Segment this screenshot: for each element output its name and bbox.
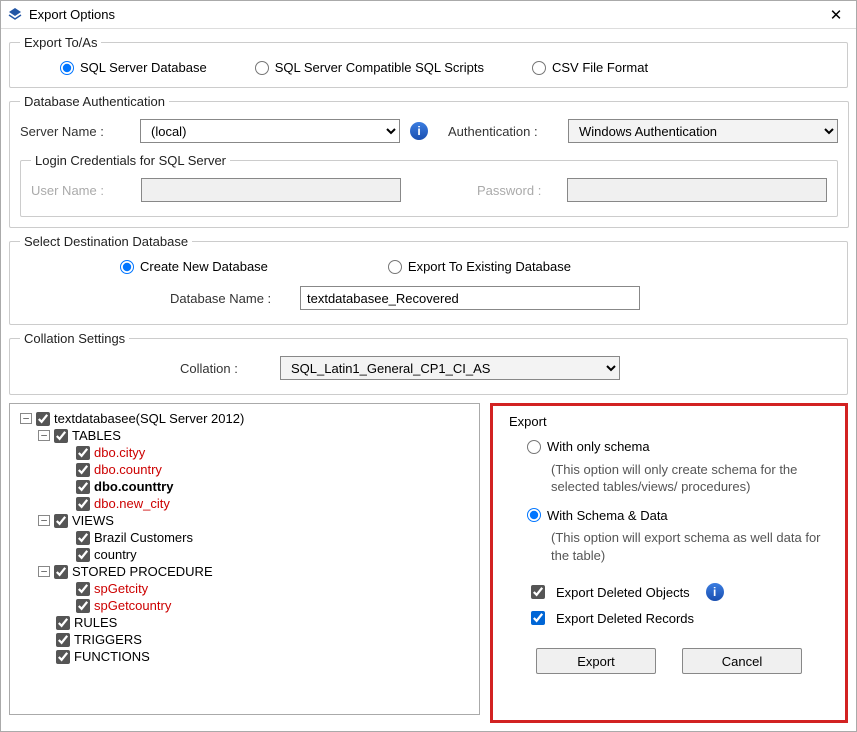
tree-sprocs[interactable]: −STORED PROCEDURE [14,563,475,580]
radio-schema-data[interactable]: With Schema & Data [527,508,668,523]
tree-rules[interactable]: RULES [14,614,475,631]
radio-schema-data-input[interactable] [527,508,541,522]
check-deleted-records-label: Export Deleted Records [556,611,694,626]
collation-group: Collation Settings Collation : SQL_Latin… [9,331,848,395]
radio-only-schema-label: With only schema [547,439,650,454]
tree-view-item[interactable]: Brazil Customers [14,529,475,546]
username-label: User Name : [31,183,131,198]
only-schema-desc: (This option will only create schema for… [551,461,829,496]
export-options-window: Export Options ✕ Export To/As SQL Server… [0,0,857,732]
check-deleted-objects-label: Export Deleted Objects [556,585,690,600]
server-name-select[interactable]: (local) [140,119,400,143]
tree-tables[interactable]: − TABLES [14,427,475,444]
db-name-label: Database Name : [170,291,290,306]
login-creds-group: Login Credentials for SQL Server User Na… [20,153,838,217]
titlebar: Export Options ✕ [1,1,856,29]
radio-csv[interactable]: CSV File Format [532,60,648,75]
app-icon [7,7,23,23]
export-pane: Export With only schema (This option wil… [490,403,848,723]
radio-create-new-db-input[interactable] [120,260,134,274]
tree-root-check[interactable] [36,412,50,426]
server-name-label: Server Name : [20,124,130,139]
info-icon[interactable]: i [410,122,428,140]
radio-schema-data-label: With Schema & Data [547,508,668,523]
login-creds-legend: Login Credentials for SQL Server [31,153,230,168]
radio-existing-db-input[interactable] [388,260,402,274]
radio-sql-server-db[interactable]: SQL Server Database [60,60,207,75]
radio-existing-db-label: Export To Existing Database [408,259,571,274]
radio-sql-scripts-label: SQL Server Compatible SQL Scripts [275,60,484,75]
tree-views[interactable]: −VIEWS [14,512,475,529]
tree-tables-check[interactable] [54,429,68,443]
export-button[interactable]: Export [536,648,656,674]
auth-select[interactable]: Windows Authentication [568,119,838,143]
tree-root[interactable]: − textdatabasee(SQL Server 2012) [14,410,475,427]
check-deleted-records[interactable] [531,611,545,625]
radio-csv-input[interactable] [532,61,546,75]
tree-triggers[interactable]: TRIGGERS [14,631,475,648]
username-input [141,178,401,202]
close-button[interactable]: ✕ [822,6,850,24]
collation-select[interactable]: SQL_Latin1_General_CP1_CI_AS [280,356,620,380]
dest-db-legend: Select Destination Database [20,234,192,249]
dest-db-group: Select Destination Database Create New D… [9,234,848,325]
auth-label: Authentication : [448,124,558,139]
password-label: Password : [477,183,557,198]
radio-create-new-db[interactable]: Create New Database [120,259,268,274]
export-title: Export [509,414,829,429]
password-input [567,178,827,202]
collapse-icon[interactable]: − [20,413,32,424]
window-title: Export Options [29,7,822,22]
radio-csv-label: CSV File Format [552,60,648,75]
radio-sql-server-db-input[interactable] [60,61,74,75]
check-deleted-records-row: Export Deleted Records [527,608,829,628]
collation-legend: Collation Settings [20,331,129,346]
tree-sproc-item[interactable]: spGetcity [14,580,475,597]
radio-only-schema-input[interactable] [527,440,541,454]
check-deleted-objects[interactable] [531,585,545,599]
radio-sql-server-db-label: SQL Server Database [80,60,207,75]
tree-table-item[interactable]: dbo.new_city [14,495,475,512]
tree-pane[interactable]: −textdatabasee(SQL Server 2012) −TABLES … [9,403,480,715]
info-icon[interactable]: i [706,583,724,601]
schema-data-desc: (This option will export schema as well … [551,529,829,564]
tree-table-item[interactable]: dbo.country [14,461,475,478]
export-to-legend: Export To/As [20,35,101,50]
radio-existing-db[interactable]: Export To Existing Database [388,259,571,274]
tree-sproc-item[interactable]: spGetcountry [14,597,475,614]
radio-sql-scripts-input[interactable] [255,61,269,75]
collapse-icon[interactable]: − [38,566,50,577]
tree-functions[interactable]: FUNCTIONS [14,648,475,665]
db-auth-group: Database Authentication Server Name : (l… [9,94,849,228]
collapse-icon[interactable]: − [38,430,50,441]
radio-only-schema[interactable]: With only schema [527,439,650,454]
radio-sql-scripts[interactable]: SQL Server Compatible SQL Scripts [255,60,484,75]
collation-label: Collation : [180,361,270,376]
db-name-input[interactable] [300,286,640,310]
tree-view-item[interactable]: country [14,546,475,563]
tree-table-item[interactable]: dbo.counttry [14,478,475,495]
tree-table-item[interactable]: dbo.cityy [14,444,475,461]
collapse-icon[interactable]: − [38,515,50,526]
db-auth-legend: Database Authentication [20,94,169,109]
radio-create-new-db-label: Create New Database [140,259,268,274]
check-deleted-objects-row: Export Deleted Objects i [527,582,829,602]
tree-tables-label: TABLES [72,428,121,443]
cancel-button[interactable]: Cancel [682,648,802,674]
tree-root-label: textdatabasee(SQL Server 2012) [54,411,244,426]
export-to-group: Export To/As SQL Server Database SQL Ser… [9,35,848,88]
